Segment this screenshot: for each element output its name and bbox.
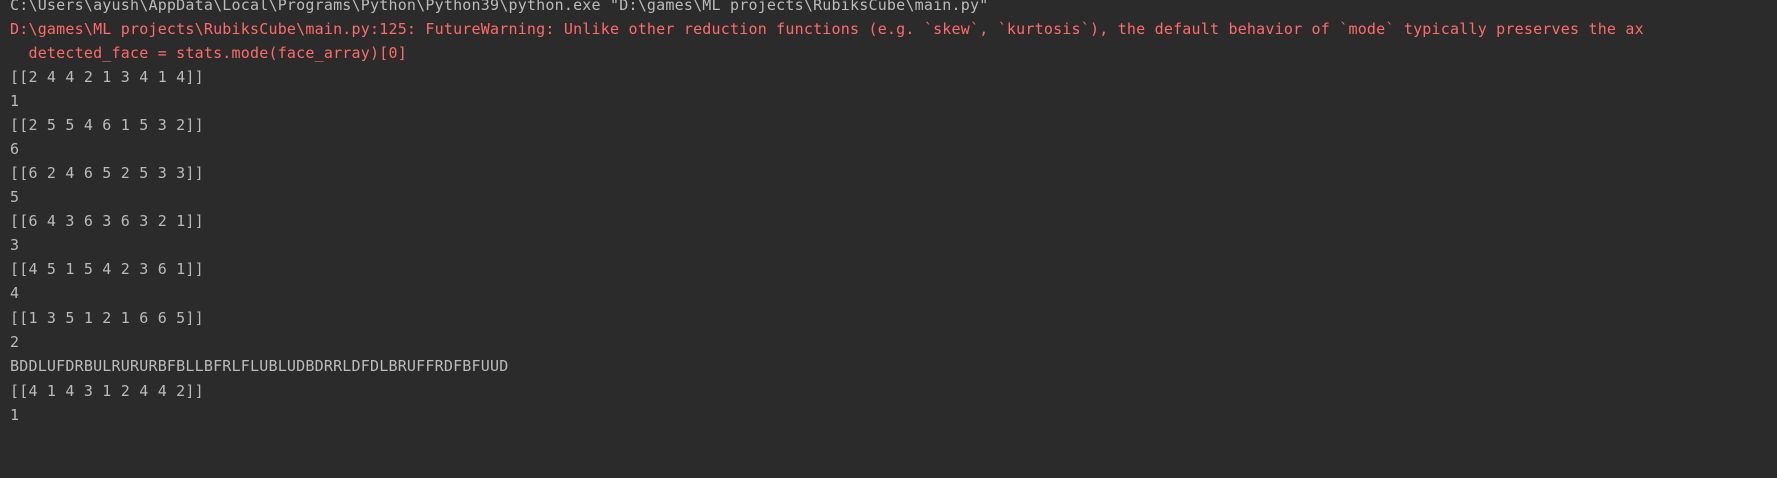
console-line-warning-source: detected_face = stats.mode(face_array)[0…	[10, 44, 407, 62]
console-line: 6	[10, 140, 20, 158]
console-line: [[4 5 1 5 4 2 3 6 1]]	[10, 260, 204, 278]
console-line: [[2 4 4 2 1 3 4 1 4]]	[10, 68, 204, 86]
console-line: 3	[10, 236, 20, 254]
console-line: [[1 3 5 1 2 1 6 6 5]]	[10, 309, 204, 327]
console-line: [[6 2 4 6 5 2 5 3 3]]	[10, 164, 204, 182]
console-line: [[2 5 5 4 6 1 5 3 2]]	[10, 116, 204, 134]
console-line: [[4 1 4 3 1 2 4 4 2]]	[10, 382, 204, 400]
console-line: [[6 4 3 6 3 6 3 2 1]]	[10, 212, 204, 230]
console-line-cube-state: BDDLUFDRBULRURURBFBLLBFRLFLUBLUDBDRRLDFD…	[10, 357, 509, 375]
console-line: 2	[10, 333, 20, 351]
run-console-output[interactable]: C:\Users\ayush\AppData\Local\Programs\Py…	[0, 0, 1777, 478]
console-line: 1	[10, 406, 20, 424]
console-line-warning[interactable]: D:\games\ML projects\RubiksCube\main.py:…	[10, 16, 1644, 43]
console-line: 5	[10, 188, 20, 206]
console-line: 1	[10, 92, 20, 110]
console-line: 4	[10, 284, 20, 302]
